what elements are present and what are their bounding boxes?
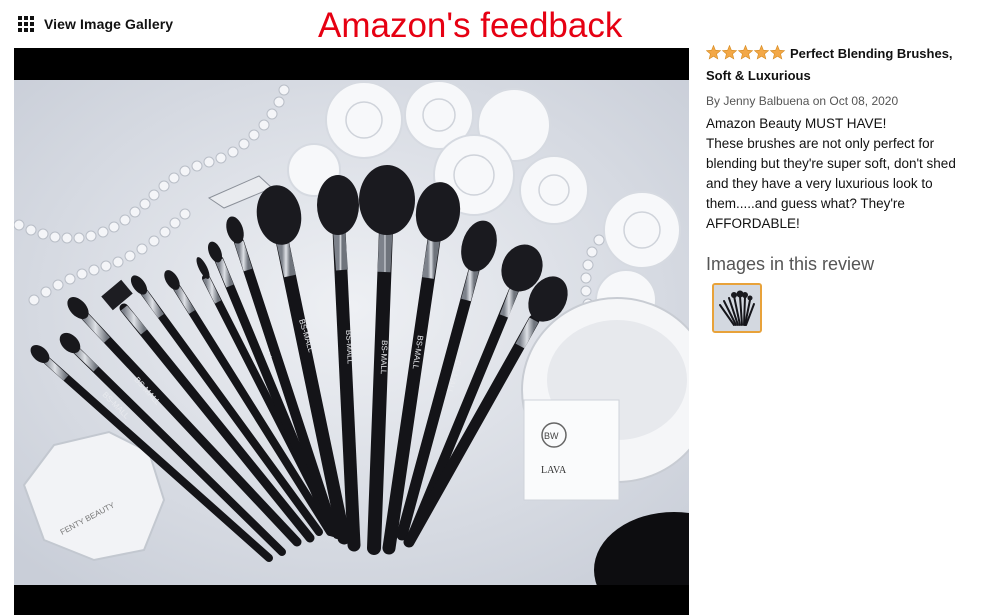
- brush-brand: BS-MALL: [344, 330, 355, 365]
- banner-title: Amazon's feedback: [318, 6, 623, 45]
- view-image-gallery-link[interactable]: View Image Gallery: [18, 16, 173, 32]
- gallery-link-label: View Image Gallery: [44, 16, 174, 32]
- star-rating: [705, 44, 786, 66]
- review-panel: Perfect Blending Brushes, Soft & Luxurio…: [705, 44, 976, 333]
- review-header: Perfect Blending Brushes, Soft & Luxurio…: [705, 44, 976, 86]
- review-image-thumbnail[interactable]: [712, 283, 762, 333]
- star-icon: [737, 44, 754, 60]
- candle-label: LAVA: [541, 465, 567, 476]
- star-icon: [769, 44, 786, 60]
- review-photo: FENTY BEAUTY BW LAVA BS-MALL BS-MALL BS-…: [14, 80, 689, 585]
- image-viewer[interactable]: FENTY BEAUTY BW LAVA BS-MALL BS-MALL BS-…: [14, 48, 689, 615]
- star-icon: [753, 44, 770, 60]
- review-byline: By Jenny Balbuena on Oct 08, 2020: [706, 94, 899, 108]
- star-icon: [721, 44, 738, 60]
- brush-brand: BS-MALL: [379, 340, 389, 375]
- review-body-line: These brushes are not only perfect for b…: [706, 136, 956, 231]
- grid-icon: [18, 16, 34, 32]
- review-body: Amazon Beauty MUST HAVE! These brushes a…: [706, 114, 976, 234]
- images-in-review-heading: Images in this review: [706, 254, 875, 274]
- review-body-line: Amazon Beauty MUST HAVE!: [706, 116, 887, 131]
- candle-logo: BW: [544, 431, 559, 441]
- top-bar: View Image Gallery Amazon's feedback: [0, 0, 984, 46]
- star-icon: [705, 44, 722, 60]
